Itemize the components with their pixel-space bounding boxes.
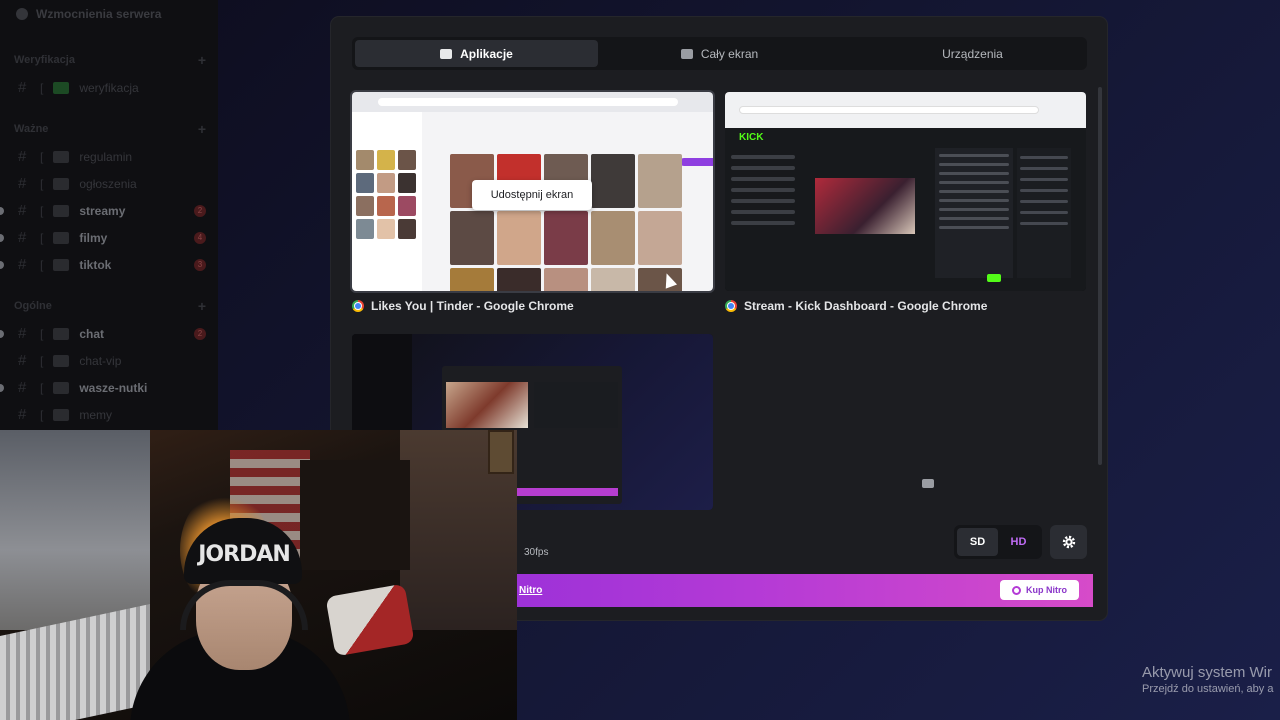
beanie-text: JORDAN	[198, 542, 291, 567]
window-title: Likes You | Tinder - Google Chrome	[371, 299, 574, 313]
gear-icon	[1062, 535, 1075, 549]
hash-icon: #	[18, 406, 27, 423]
tab-full-screen[interactable]: Cały ekran	[598, 40, 841, 67]
channel-name: streamy	[79, 203, 126, 218]
channel-emoji-icon	[53, 81, 70, 94]
boost-icon	[16, 8, 28, 20]
source-tabs: Aplikacje Cały ekran Urządzenia	[352, 37, 1087, 488]
app-window-icon	[440, 48, 453, 59]
category-header[interactable]: Ogólne +	[0, 298, 218, 314]
channel-item[interactable]: #[regulamin	[0, 143, 218, 170]
browser-toolbar	[352, 92, 713, 112]
quality-hd-button[interactable]: HD	[998, 528, 1039, 556]
watermark-line2: Przejdź do ustawień, aby a	[1142, 683, 1274, 695]
kick-logo: KICK	[739, 132, 764, 143]
channel-emoji-icon	[53, 354, 70, 367]
channel-name: memy	[79, 407, 113, 422]
channel-item[interactable]: #[memy	[0, 401, 218, 428]
channel-emoji-icon	[53, 327, 70, 340]
hash-icon: #	[18, 229, 27, 246]
channel-item[interactable]: #[weryfikacja	[0, 74, 218, 101]
hash-icon: #	[18, 79, 27, 96]
add-channel-icon[interactable]: +	[198, 298, 206, 314]
fps-label: 30fps	[524, 547, 549, 558]
channel-item[interactable]: #[ogłoszenia	[0, 170, 218, 197]
chrome-icon	[725, 300, 737, 312]
settings-button[interactable]	[1050, 525, 1087, 559]
monitor-icon	[680, 48, 693, 59]
add-channel-icon[interactable]: +	[198, 121, 206, 137]
window-label-kick: Stream - Kick Dashboard - Google Chrome	[725, 299, 987, 313]
tab-label: Aplikacje	[460, 46, 513, 61]
channel-emoji-icon	[53, 408, 70, 421]
channel-name: chat-vip	[79, 353, 122, 368]
buy-nitro-label: Kup Nitro	[1026, 585, 1067, 595]
tab-label: Urządzenia	[942, 46, 1003, 61]
channel-emoji-icon	[53, 258, 70, 271]
category-name: Ogólne	[14, 300, 52, 312]
hash-icon: #	[18, 352, 27, 369]
hash-icon: #	[18, 256, 27, 273]
hash-icon: #	[18, 202, 27, 219]
channel-list: Weryfikacja + #[weryfikacja Ważne + #[regulam…	[0, 30, 218, 455]
tab-label: Cały ekran	[700, 46, 759, 61]
category-header[interactable]: Weryfikacja +	[0, 52, 218, 68]
camera-icon	[922, 479, 935, 488]
channel-item[interactable]: #[wasze-nutki	[0, 374, 218, 401]
channel-name: wasze-nutki	[79, 380, 148, 395]
window-thumbnail-kick[interactable]: KICK	[725, 92, 1086, 291]
channel-emoji-icon	[53, 231, 70, 244]
channel-name: ogłoszenia	[79, 176, 137, 191]
hash-icon: #	[18, 325, 27, 342]
channel-emoji-icon	[53, 204, 70, 217]
channel-emoji-icon	[53, 150, 70, 163]
tab-devices[interactable]: Urządzenia	[841, 40, 1084, 488]
channel-name: regulamin	[79, 149, 133, 164]
buy-nitro-button[interactable]: Kup Nitro	[1000, 580, 1079, 600]
nitro-link[interactable]: Nitro	[519, 585, 542, 596]
window-label-tinder: Likes You | Tinder - Google Chrome	[352, 299, 574, 313]
channel-item[interactable]: #[chat 2	[0, 320, 218, 347]
tab-applications[interactable]: Aplikacje	[355, 40, 598, 67]
channel-item[interactable]: #[filmy 4	[0, 224, 218, 251]
mention-badge: 2	[194, 204, 206, 217]
server-boost-header[interactable]: Wzmocnienia serwera	[0, 0, 218, 30]
kick-dashboard-preview: KICK	[725, 128, 1086, 291]
channel-name: tiktok	[79, 257, 112, 272]
category-header[interactable]: Ważne +	[0, 121, 218, 137]
mention-badge: 2	[194, 327, 206, 340]
channel-name: chat	[79, 326, 105, 341]
channel-item[interactable]: #[chat-vip	[0, 347, 218, 374]
channel-emoji-icon	[53, 177, 70, 190]
window-title: Stream - Kick Dashboard - Google Chrome	[744, 299, 988, 313]
tinder-sidebar-preview	[352, 112, 422, 291]
watermark-line1: Aktywuj system Wir	[1142, 664, 1273, 681]
windows-activation-watermark: Aktywuj system Wir Przejdź do ustawień, …	[1142, 664, 1273, 695]
server-boost-label: Wzmocnienia serwera	[36, 7, 162, 21]
webcam-overlay: JORDAN	[0, 430, 517, 720]
channel-emoji-icon	[53, 381, 70, 394]
channel-name: weryfikacja	[79, 80, 139, 95]
window-thumbnail-tinder[interactable]: Udostępnij ekran	[352, 92, 713, 291]
share-screen-hover-button[interactable]: Udostępnij ekran	[472, 180, 592, 210]
quality-sd-button[interactable]: SD	[957, 528, 998, 556]
nitro-icon	[1012, 585, 1021, 595]
mention-badge: 3	[194, 258, 206, 271]
hash-icon: #	[18, 148, 27, 165]
chrome-icon	[352, 300, 364, 312]
channel-item[interactable]: #[streamy 2	[0, 197, 218, 224]
channel-name: filmy	[79, 230, 108, 245]
hash-icon: #	[18, 175, 27, 192]
mention-badge: 4	[194, 231, 206, 244]
hash-icon: #	[18, 379, 27, 396]
browser-toolbar	[725, 92, 1086, 128]
quality-toggle: SD HD	[954, 525, 1042, 559]
scrollbar[interactable]	[1098, 87, 1102, 465]
channel-item[interactable]: #[tiktok 3	[0, 251, 218, 278]
category-name: Weryfikacja	[14, 54, 75, 66]
category-name: Ważne	[14, 123, 49, 135]
add-channel-icon[interactable]: +	[198, 52, 206, 68]
